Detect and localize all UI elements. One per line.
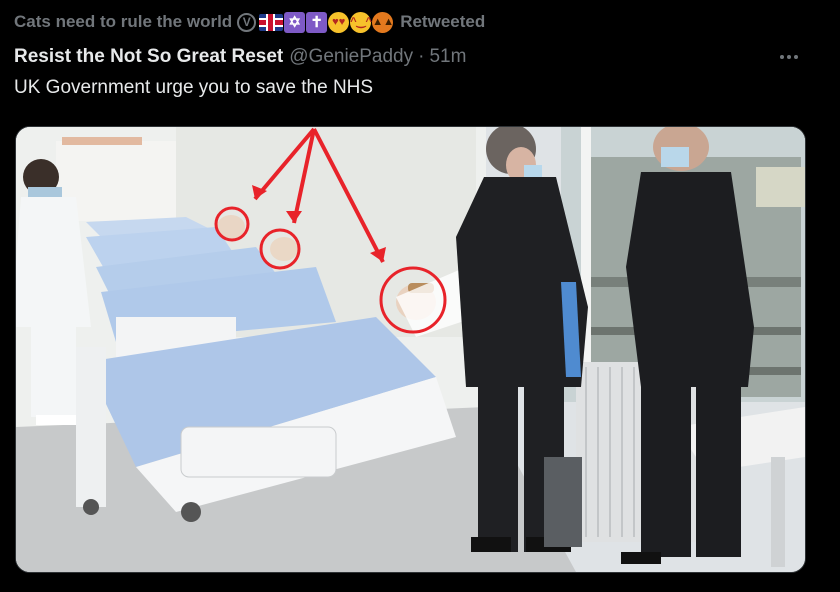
- star-of-david-icon: ✡: [284, 11, 306, 33]
- author-name[interactable]: Resist the Not So Great Reset: [14, 46, 283, 68]
- vegan-v-icon: V: [237, 12, 257, 32]
- tweet-timestamp[interactable]: 51m: [429, 46, 466, 68]
- more-options-icon[interactable]: [774, 46, 804, 68]
- kissing-cat-icon: ^‿^: [350, 11, 372, 33]
- header-separator: ·: [418, 46, 425, 67]
- tweet-header: Resist the Not So Great Reset @GeniePadd…: [14, 43, 466, 71]
- tweet-photo[interactable]: [15, 126, 806, 573]
- hospital-ward-photo: [16, 127, 805, 572]
- retweet-indicator: Cats need to rule the world V ✡ ✝ ♥♥ ^‿^…: [14, 10, 485, 34]
- tweet-text: UK Government urge you to save the NHS: [14, 77, 374, 98]
- retweeter-emojis: V ✡ ✝ ♥♥ ^‿^ ▲▲: [237, 11, 394, 33]
- uk-flag-icon: [259, 13, 284, 31]
- jack-o-lantern-icon: ▲▲: [372, 11, 394, 33]
- latin-cross-icon: ✝: [306, 11, 328, 33]
- retweeted-label: Retweeted: [400, 12, 486, 31]
- heart-eyes-face-icon: ♥♥: [328, 11, 350, 33]
- tweet-card[interactable]: Cats need to rule the world V ✡ ✝ ♥♥ ^‿^…: [0, 0, 840, 592]
- author-handle[interactable]: @GeniePaddy: [289, 46, 413, 68]
- retweeter-name[interactable]: Cats need to rule the world: [14, 12, 232, 32]
